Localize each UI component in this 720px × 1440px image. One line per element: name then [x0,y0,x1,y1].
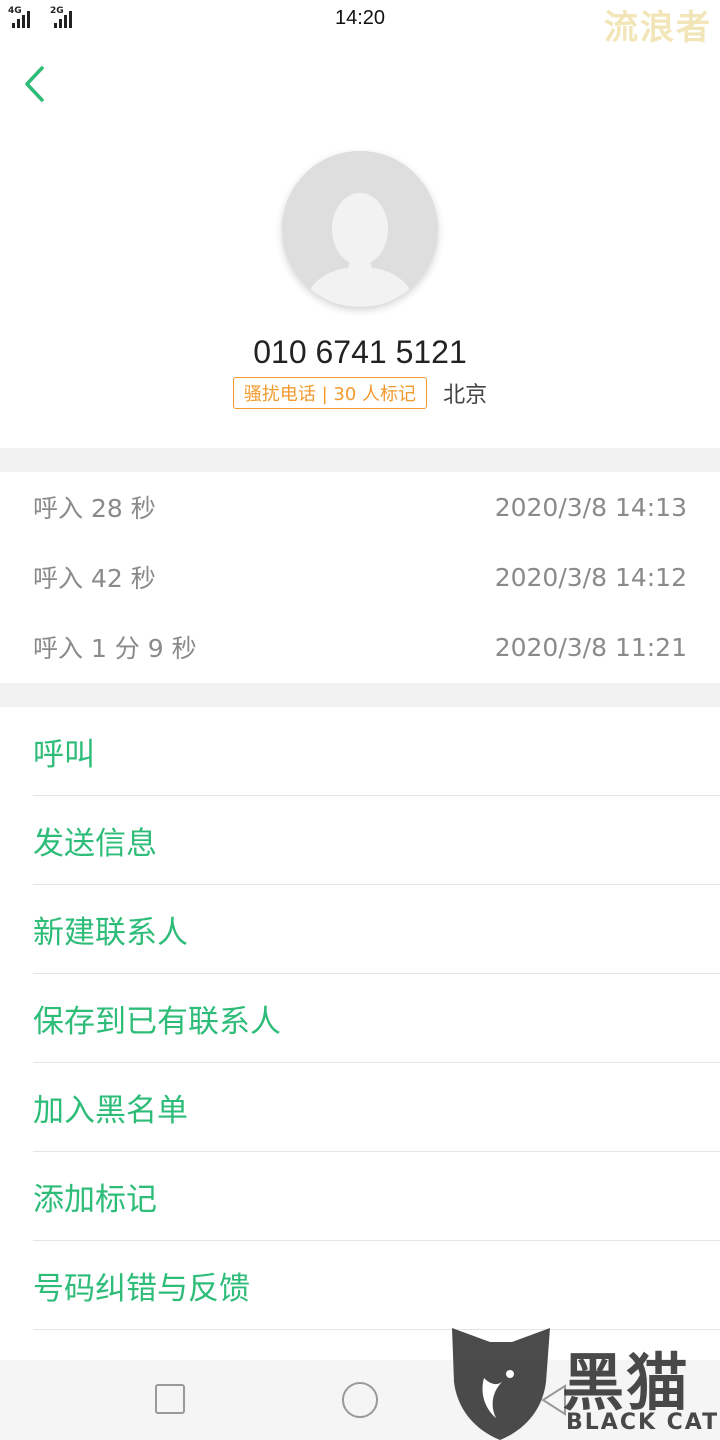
action-list: 呼叫 发送信息 新建联系人 保存到已有联系人 加入黑名单 添加标记 号码纠错与反… [0,707,720,1330]
home-button[interactable] [342,1382,378,1418]
section-divider [0,683,720,707]
contact-avatar [282,151,438,307]
default-avatar-icon [282,151,438,307]
phone-number: 010 6741 5121 [253,334,467,370]
call-datetime: 2020/3/8 11:21 [494,632,687,662]
call-datetime: 2020/3/8 14:12 [494,562,687,592]
number-info-row: 骚扰电话 | 30 人标记 北京 [0,377,720,409]
chevron-left-icon [25,66,44,102]
back-button[interactable] [18,62,58,106]
call-type-duration: 呼入 28 秒 [33,494,156,523]
status-bar: 4G 2G 14:20 流浪者 [0,0,720,48]
save-to-existing-contact-button[interactable]: 保存到已有联系人 [33,974,720,1063]
call-log: 呼入 28 秒 2020/3/8 14:13 呼入 42 秒 2020/3/8 … [0,472,720,682]
watermark: 流浪者 [604,8,712,48]
call-log-row: 呼入 28 秒 2020/3/8 14:13 [0,472,720,542]
spam-tag-badge: 骚扰电话 | 30 人标记 [232,377,428,409]
region-label: 北京 [443,383,488,408]
call-type-duration: 呼入 1 分 9 秒 [33,634,197,663]
new-contact-button[interactable]: 新建联系人 [33,885,720,974]
call-datetime: 2020/3/8 14:13 [494,492,687,522]
call-log-row: 呼入 1 分 9 秒 2020/3/8 11:21 [0,612,720,682]
logo-cn-text: 黑猫 [562,1346,691,1419]
call-button[interactable]: 呼叫 [33,707,720,796]
number-correction-feedback-button[interactable]: 号码纠错与反馈 [33,1241,720,1330]
call-log-row: 呼入 42 秒 2020/3/8 14:12 [0,542,720,612]
add-to-blacklist-button[interactable]: 加入黑名单 [33,1063,720,1152]
call-type-duration: 呼入 42 秒 [33,564,156,593]
recent-apps-button[interactable] [155,1384,185,1414]
add-mark-button[interactable]: 添加标记 [33,1152,720,1241]
logo-en-text: BLACK CAT [566,1410,720,1435]
section-divider [0,448,720,472]
send-message-button[interactable]: 发送信息 [33,796,720,885]
